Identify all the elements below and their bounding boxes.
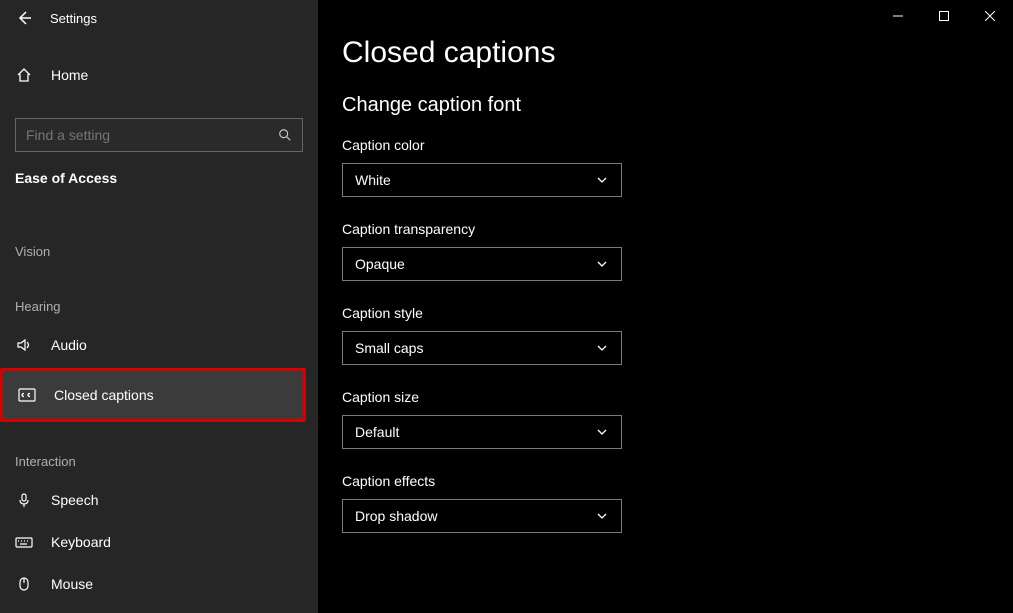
select-value: Drop shadow <box>355 508 438 524</box>
chevron-down-icon <box>595 173 609 187</box>
sidebar-item-mouse[interactable]: Mouse <box>0 563 318 605</box>
search-input[interactable] <box>26 127 278 143</box>
sidebar-item-label: Closed captions <box>54 387 154 403</box>
mouse-icon <box>15 576 33 592</box>
keyboard-icon <box>15 535 33 549</box>
chevron-down-icon <box>595 257 609 271</box>
caption-style-select[interactable]: Small caps <box>342 331 622 365</box>
minimize-icon <box>893 11 903 21</box>
sidebar-item-label: Speech <box>51 492 98 508</box>
select-value: Small caps <box>355 340 423 356</box>
caption-size-select[interactable]: Default <box>342 415 622 449</box>
search-icon <box>278 128 292 142</box>
main-panel: Closed captions Change caption font Capt… <box>318 0 1013 613</box>
group-vision: Vision <box>0 244 318 259</box>
audio-icon <box>15 337 33 353</box>
chevron-down-icon <box>595 509 609 523</box>
caption-style-label: Caption style <box>342 305 1013 321</box>
titlebar: Settings <box>0 0 318 36</box>
sidebar-item-label: Audio <box>51 337 87 353</box>
chevron-down-icon <box>595 341 609 355</box>
close-icon <box>985 11 995 21</box>
select-value: Default <box>355 424 399 440</box>
back-button[interactable] <box>12 6 36 30</box>
group-interaction: Interaction <box>0 454 318 469</box>
page-title: Closed captions <box>342 36 1013 70</box>
app-title: Settings <box>50 11 97 26</box>
group-hearing: Hearing <box>0 299 318 314</box>
caption-effects-label: Caption effects <box>342 473 1013 489</box>
highlight-annotation: Closed captions <box>0 368 306 422</box>
caption-color-select[interactable]: White <box>342 163 622 197</box>
sidebar-item-closed-captions[interactable]: Closed captions <box>3 371 303 419</box>
sidebar-item-keyboard[interactable]: Keyboard <box>0 521 318 563</box>
home-icon <box>15 67 33 83</box>
caption-color-label: Caption color <box>342 137 1013 153</box>
sidebar-item-label: Mouse <box>51 576 93 592</box>
caption-transparency-select[interactable]: Opaque <box>342 247 622 281</box>
maximize-icon <box>939 11 949 21</box>
caption-size-label: Caption size <box>342 389 1013 405</box>
select-value: White <box>355 172 391 188</box>
sidebar-item-audio[interactable]: Audio <box>0 324 318 366</box>
maximize-button[interactable] <box>921 0 967 32</box>
sidebar-item-label: Keyboard <box>51 534 111 550</box>
sidebar: Settings Home Ease of Access Vision Hear… <box>0 0 318 613</box>
closed-captions-icon <box>18 388 36 402</box>
sidebar-item-speech[interactable]: Speech <box>0 479 318 521</box>
search-input-wrap[interactable] <box>15 118 303 152</box>
window-controls <box>875 0 1013 32</box>
close-button[interactable] <box>967 0 1013 32</box>
section-title: Change caption font <box>342 94 1013 117</box>
microphone-icon <box>15 492 33 508</box>
sidebar-item-label: Home <box>51 67 88 83</box>
chevron-down-icon <box>595 425 609 439</box>
caption-effects-select[interactable]: Drop shadow <box>342 499 622 533</box>
caption-transparency-label: Caption transparency <box>342 221 1013 237</box>
minimize-button[interactable] <box>875 0 921 32</box>
sidebar-item-home[interactable]: Home <box>0 54 318 96</box>
select-value: Opaque <box>355 256 405 272</box>
arrow-left-icon <box>16 10 32 26</box>
category-heading: Ease of Access <box>0 170 318 186</box>
